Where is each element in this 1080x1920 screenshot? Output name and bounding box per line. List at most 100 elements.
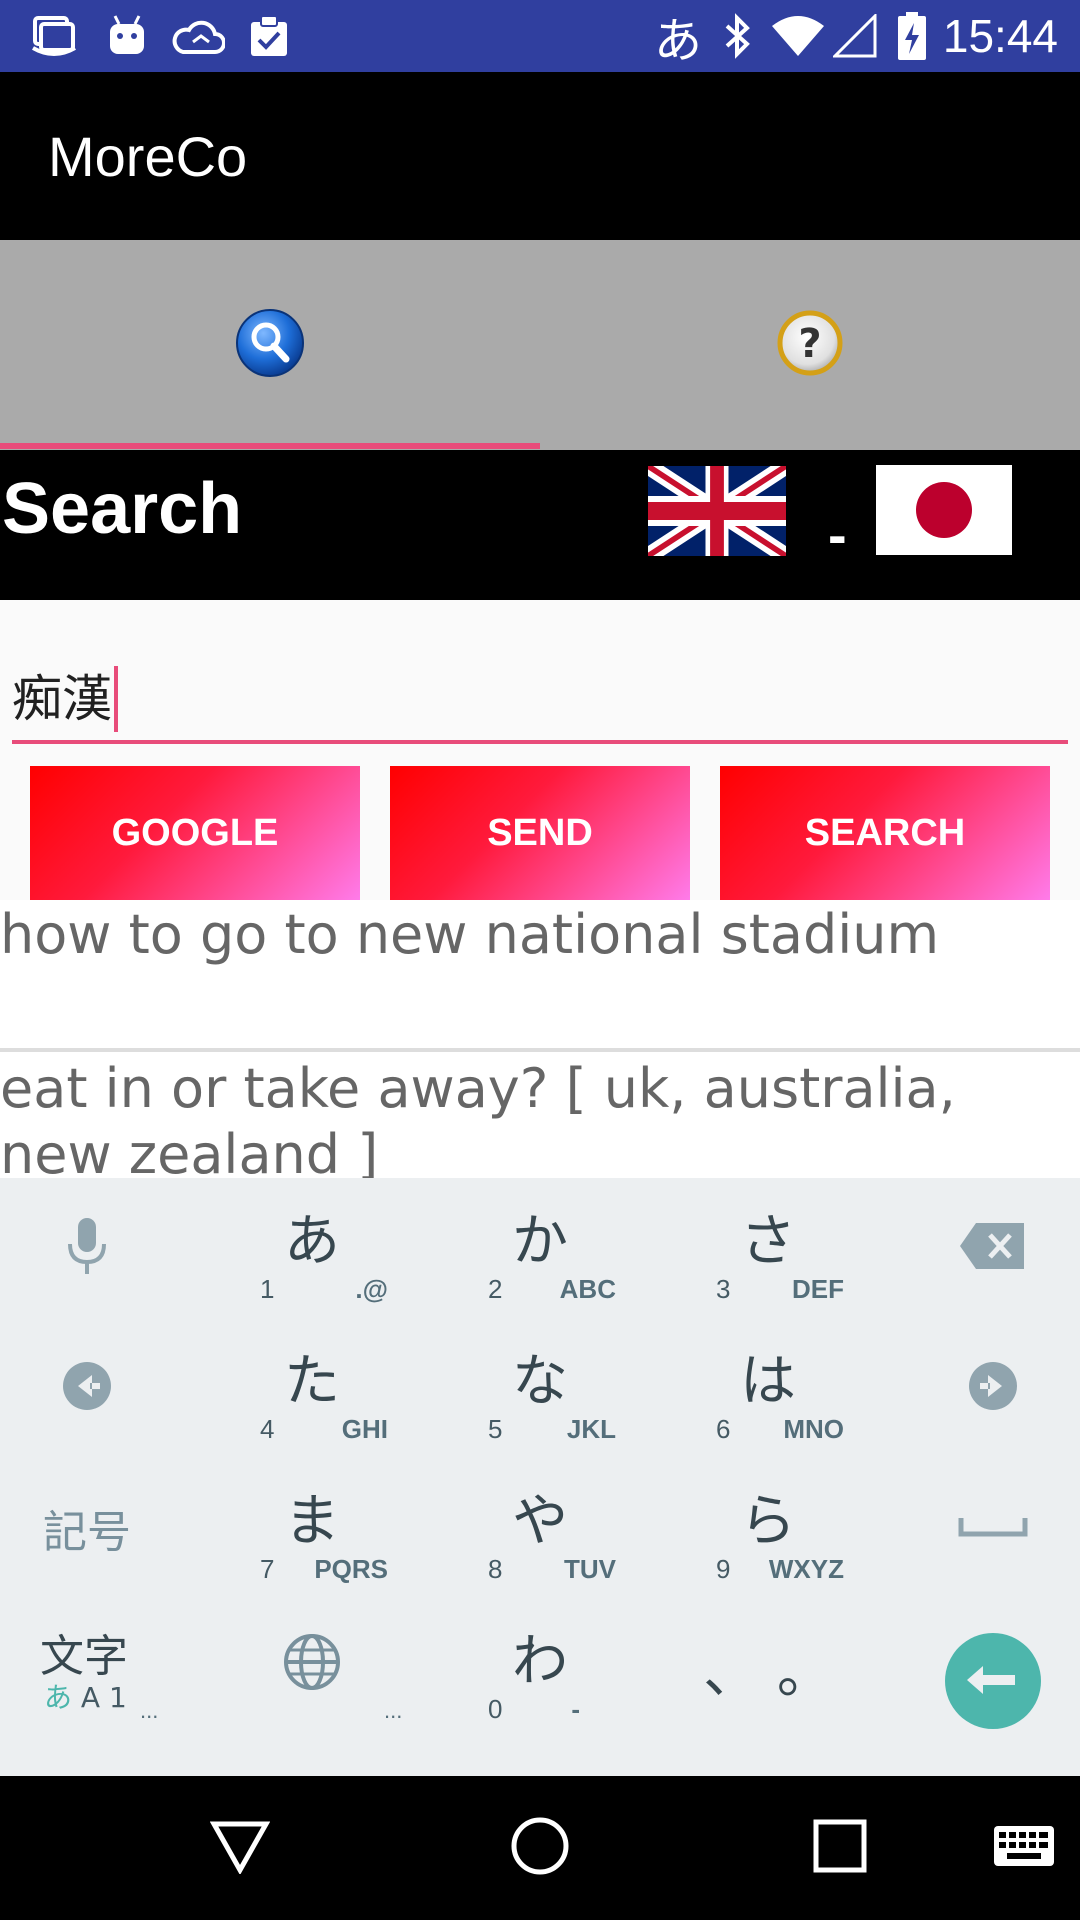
arrow-left-icon (62, 1361, 112, 1415)
search-header: Search - (0, 450, 1080, 600)
google-button[interactable]: GOOGLE (30, 766, 360, 900)
status-bar: あ 15:44 (0, 0, 1080, 72)
japan-flag-disc (916, 482, 972, 538)
recents-icon (813, 1819, 867, 1877)
recents-button[interactable] (804, 1812, 876, 1884)
text-caret (114, 666, 118, 732)
key-kana: あ (284, 1209, 340, 1274)
key-number: 2 (488, 1274, 503, 1304)
content-area: 痴漢 GOOGLE SEND SEARCH how to go to new n… (0, 600, 1080, 1178)
key-kana: わ (512, 1629, 568, 1694)
history-item[interactable]: eat in or take away? [ uk, australia, ne… (0, 1056, 1060, 1178)
cloud-sync-icon (170, 12, 226, 60)
ellipsis: ... (140, 1698, 159, 1723)
key-number: 9 (716, 1554, 731, 1584)
key-alpha: PQRS (314, 1554, 388, 1584)
input-mode-key[interactable]: 文字 あ A 1 ... (0, 1598, 174, 1738)
space-key[interactable] (906, 1458, 1080, 1598)
question-icon: ? (776, 307, 844, 383)
globe-icon (282, 1632, 342, 1696)
key-kana: た (284, 1349, 340, 1414)
clipboard-check-icon (246, 12, 292, 60)
tab-search[interactable] (0, 240, 540, 450)
key-ma[interactable]: ま 7 PQRS (202, 1458, 422, 1598)
key-a[interactable]: あ 1 .@ (202, 1178, 422, 1318)
history-item[interactable]: how to go to new national stadium (0, 902, 1080, 968)
enter-icon (965, 1662, 1021, 1700)
key-alpha: - (571, 1694, 580, 1724)
back-button[interactable] (204, 1812, 276, 1884)
back-icon (209, 1818, 271, 1878)
section-title: Search (2, 469, 243, 549)
key-ha[interactable]: は 6 MNO (658, 1318, 878, 1458)
key-punctuation[interactable]: 、 。 (658, 1598, 878, 1738)
search-input[interactable]: 痴漢 (12, 660, 1068, 744)
bluetooth-icon (718, 12, 758, 60)
key-number: 1 (260, 1274, 275, 1304)
japan-flag-icon[interactable] (876, 465, 1012, 555)
space-icon (958, 1514, 1028, 1542)
microphone-icon (65, 1216, 109, 1280)
symbols-key[interactable]: 記号 (0, 1458, 174, 1598)
android-icon (104, 12, 150, 60)
voice-input-key[interactable] (0, 1178, 174, 1318)
enter-key[interactable] (945, 1633, 1041, 1729)
key-ka[interactable]: か 2 ABC (430, 1178, 650, 1318)
backspace-key[interactable] (906, 1178, 1080, 1318)
key-kana: か (512, 1209, 568, 1274)
key-number: 5 (488, 1414, 503, 1444)
key-wa[interactable]: わ 0 - (430, 1598, 650, 1738)
search-button[interactable]: SEARCH (720, 766, 1050, 900)
input-mode-label: 文字 (40, 1631, 128, 1682)
navigation-bar (0, 1776, 1080, 1920)
key-number: 7 (260, 1554, 275, 1584)
key-alpha: JKL (566, 1414, 616, 1444)
key-ra[interactable]: ら 9 WXYZ (658, 1458, 878, 1598)
history-list: how to go to new national stadium eat in… (0, 900, 1080, 1178)
key-kana: ま (284, 1489, 340, 1554)
input-mode-sub: あ A 1 (44, 1676, 127, 1716)
key-alpha: GHI (341, 1414, 388, 1444)
key-number: 0 (488, 1694, 503, 1724)
app-bar: MoreCo (0, 72, 1080, 240)
key-number: 4 (260, 1414, 275, 1444)
list-divider (0, 1048, 1080, 1052)
keyboard-switch-button[interactable] (984, 1812, 1064, 1884)
key-sa[interactable]: さ 3 DEF (658, 1178, 878, 1318)
soft-keyboard: あ 1 .@ か 2 ABC さ 3 DEF た 4 GHI な 5 JKL は… (0, 1178, 1080, 1776)
cursor-right-key[interactable] (906, 1318, 1080, 1458)
tab-help[interactable]: ? (540, 240, 1080, 450)
key-number: 3 (716, 1274, 731, 1304)
home-button[interactable] (504, 1812, 576, 1884)
backspace-icon (958, 1221, 1028, 1275)
send-button[interactable]: SEND (390, 766, 690, 900)
search-input-text: 痴漢 (12, 666, 118, 732)
files-icon (28, 12, 80, 60)
language-separator: - (828, 503, 847, 566)
key-ta[interactable]: た 4 GHI (202, 1318, 422, 1458)
key-number: 8 (488, 1554, 503, 1584)
language-key[interactable]: ... (202, 1598, 422, 1738)
key-alpha: ABC (559, 1274, 616, 1304)
key-kana: 、 。 (703, 1641, 833, 1706)
tab-bar: ? (0, 240, 1080, 450)
symbols-label: 記号 (43, 1507, 131, 1558)
cursor-left-key[interactable] (0, 1318, 174, 1458)
tab-indicator (0, 443, 540, 449)
input-mode-alpha: A 1 (80, 1681, 127, 1714)
key-alpha: DEF (792, 1274, 844, 1304)
key-kana: や (512, 1489, 568, 1554)
key-alpha: WXYZ (768, 1554, 844, 1584)
uk-flag-icon[interactable] (644, 457, 790, 565)
status-time: 15:44 (942, 10, 1058, 62)
signal-icon (832, 12, 878, 60)
ellipsis: ... (384, 1698, 403, 1723)
key-kana: さ (740, 1209, 796, 1274)
search-icon (234, 307, 306, 383)
key-na[interactable]: な 5 JKL (430, 1318, 650, 1458)
app-title: MoreCo (48, 125, 248, 188)
battery-charging-icon (896, 12, 928, 60)
ime-indicator: あ (653, 13, 702, 69)
wifi-icon (770, 12, 826, 60)
key-ya[interactable]: や 8 TUV (430, 1458, 650, 1598)
